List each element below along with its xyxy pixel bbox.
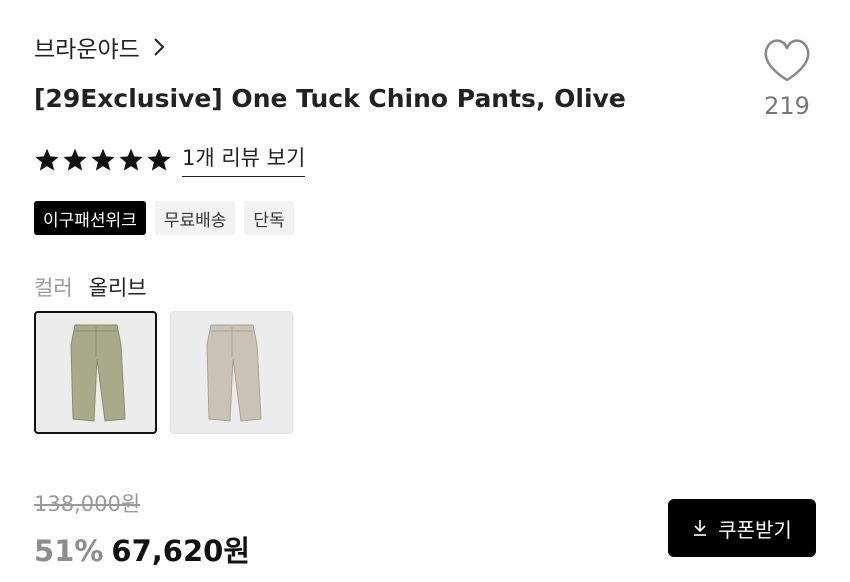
sale-price: 67,620원 — [111, 534, 251, 568]
like-count: 219 — [764, 92, 810, 120]
like-button[interactable]: 219 — [760, 36, 814, 120]
color-label: 컬러 — [34, 276, 73, 300]
color-swatches — [34, 311, 293, 434]
color-selected-value: 올리브 — [88, 276, 147, 300]
brand-link[interactable]: 브라운야드 — [34, 30, 168, 64]
pants-olive-image — [69, 324, 126, 422]
download-icon — [694, 520, 707, 536]
review-link[interactable]: 1개 리뷰 보기 — [182, 142, 306, 177]
star-icon — [63, 148, 87, 171]
badge-fashion-week: 이구패션위크 — [34, 201, 146, 235]
swatch-beige[interactable] — [170, 311, 293, 434]
star-icon — [35, 148, 59, 171]
badge-exclusive: 단독 — [244, 201, 294, 235]
badge-free-shipping: 무료배송 — [154, 201, 236, 235]
color-selector-label: 컬러 올리브 — [34, 272, 147, 302]
brand-name: 브라운야드 — [34, 37, 140, 63]
star-rating — [34, 147, 172, 173]
product-title: [29Exclusive] One Tuck Chino Pants, Oliv… — [34, 84, 626, 113]
star-icon — [91, 148, 115, 171]
heart-icon — [764, 39, 810, 82]
discount-rate: 51% — [34, 534, 104, 568]
pants-beige-image — [205, 324, 262, 422]
swatch-olive[interactable] — [34, 311, 157, 434]
original-price: 138,000원 — [34, 492, 141, 516]
price-row: 51% 67,620원 — [34, 528, 250, 570]
rating-row: 1개 리뷰 보기 — [34, 142, 306, 177]
star-icon — [119, 148, 143, 171]
badge-list: 이구패션위크 무료배송 단독 — [34, 201, 294, 235]
coupon-download-button[interactable]: 쿠폰받기 — [668, 499, 816, 557]
star-icon — [147, 148, 171, 171]
coupon-label: 쿠폰받기 — [718, 519, 792, 542]
chevron-right-icon — [154, 38, 165, 56]
